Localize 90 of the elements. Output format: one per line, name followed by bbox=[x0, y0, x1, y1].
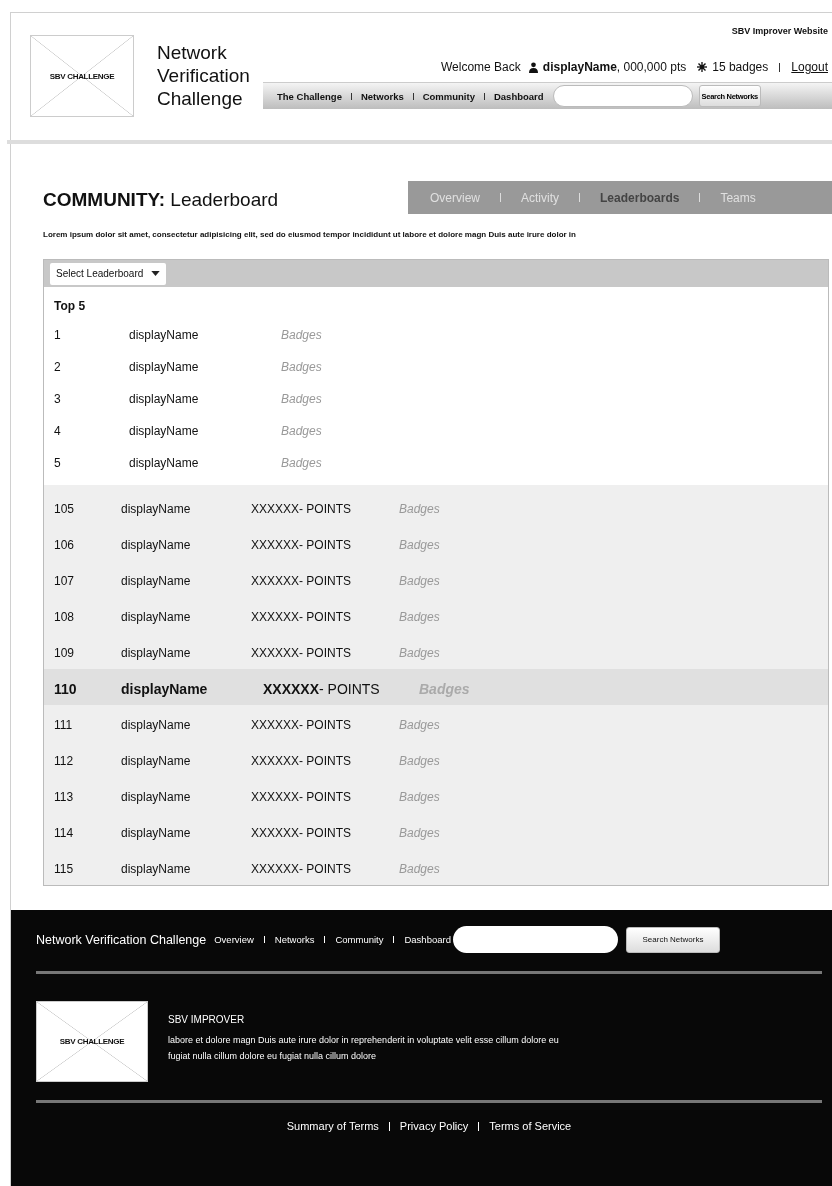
rank: 110 bbox=[54, 681, 78, 697]
badges-label: Badges bbox=[399, 826, 440, 840]
site-title: Network Verification Challenge bbox=[157, 41, 251, 110]
search-field[interactable] bbox=[552, 85, 693, 107]
rank: 108 bbox=[54, 610, 76, 624]
footer-nav-link[interactable]: Community bbox=[335, 934, 384, 945]
display-name: displayName bbox=[121, 754, 192, 768]
logout-link[interactable]: Logout bbox=[791, 60, 828, 74]
display-name: displayName bbox=[129, 328, 200, 342]
badges-label: Badges bbox=[399, 646, 440, 660]
display-name: displayName bbox=[121, 862, 192, 876]
display-name: displayName bbox=[121, 538, 192, 552]
badges-label: Badges bbox=[399, 574, 440, 588]
footer-link[interactable]: Terms of Service bbox=[489, 1120, 572, 1132]
user-icon bbox=[528, 61, 538, 73]
badges-label: Badges bbox=[281, 392, 322, 406]
badge-icon bbox=[697, 62, 708, 72]
rank: 105 bbox=[54, 502, 76, 516]
user-points: displayName, 000,000 pts bbox=[542, 60, 687, 74]
display-name: displayName bbox=[121, 718, 192, 732]
rank: 111 bbox=[54, 718, 74, 732]
badges-label: Badges bbox=[399, 538, 440, 552]
rank: 106 bbox=[54, 538, 76, 552]
badges-label: Badges bbox=[281, 424, 322, 438]
rank: 112 bbox=[54, 754, 75, 768]
display-name: displayName bbox=[129, 360, 200, 374]
display-name: displayName bbox=[129, 392, 200, 406]
badges-label: Badges bbox=[399, 754, 440, 768]
points: XXXXXX- POINTS bbox=[251, 826, 353, 840]
display-name: displayName bbox=[129, 456, 200, 470]
footer-title: Network Verification Challenge bbox=[36, 932, 207, 947]
rank: 5 bbox=[54, 456, 62, 470]
page-title: COMMUNITY: Leaderboard bbox=[43, 189, 280, 212]
footer-nav-link[interactable]: Dashboard bbox=[404, 934, 451, 945]
points: XXXXXX- POINTS bbox=[263, 681, 381, 697]
footer-nav-link[interactable]: Overview bbox=[214, 934, 254, 945]
org-name: SBV IMPROVER bbox=[168, 1014, 246, 1025]
nav-link[interactable]: Community bbox=[422, 90, 475, 102]
website-link[interactable]: SBV Improver Website bbox=[731, 26, 828, 36]
display-name: displayName bbox=[121, 681, 209, 697]
badge-count: 15 badges bbox=[712, 60, 769, 74]
badges-label: Badges bbox=[399, 610, 440, 624]
footer-nav-link[interactable]: Networks bbox=[274, 934, 315, 945]
points: XXXXXX- POINTS bbox=[251, 610, 353, 624]
display-name: displayName bbox=[129, 424, 200, 438]
badges-label: Badges bbox=[281, 360, 322, 374]
display-name: displayName bbox=[121, 610, 192, 624]
footer-link[interactable]: Privacy Policy bbox=[399, 1120, 469, 1132]
points: XXXXXX- POINTS bbox=[251, 790, 353, 804]
search-button[interactable]: Search Networks bbox=[625, 926, 720, 953]
welcome-text: Welcome Back bbox=[441, 60, 521, 74]
points: XXXXXX- POINTS bbox=[251, 574, 353, 588]
badges-label: Badges bbox=[399, 862, 440, 876]
rank: 3 bbox=[54, 392, 62, 406]
rank: 107 bbox=[54, 574, 76, 588]
section-heading: Top 5 bbox=[53, 298, 87, 315]
display-name: displayName bbox=[121, 574, 192, 588]
points: XXXXXX- POINTS bbox=[251, 862, 353, 876]
badges-label: Badges bbox=[399, 718, 440, 732]
rank: 114 bbox=[54, 826, 75, 840]
nav-link[interactable]: Networks bbox=[360, 90, 404, 102]
points: XXXXXX- POINTS bbox=[251, 646, 353, 660]
display-name: displayName bbox=[121, 790, 192, 804]
display-name: displayName bbox=[121, 826, 192, 840]
intro-text: Lorem ipsum dolor sit amet, consectetur adipisicing elit, sed do eiusmod tempor incididunt ut labore et dolore magn Duis aute irure dolor in bbox=[43, 230, 577, 239]
caret-icon bbox=[151, 271, 161, 276]
logo-text: SBV CHALLENGE bbox=[49, 71, 115, 81]
display-name: displayName bbox=[121, 646, 192, 660]
display-name: displayName bbox=[121, 502, 192, 516]
badges-label: Badges bbox=[281, 328, 322, 342]
rank: 109 bbox=[54, 646, 76, 660]
nav-link[interactable]: The Challenge bbox=[277, 90, 342, 102]
badges-label: Badges bbox=[281, 456, 322, 470]
nav-link[interactable]: Dashboard bbox=[493, 90, 544, 102]
points: XXXXXX- POINTS bbox=[251, 502, 353, 516]
points: XXXXXX- POINTS bbox=[251, 538, 353, 552]
search-field[interactable] bbox=[452, 926, 618, 953]
rank: 4 bbox=[54, 424, 62, 438]
footer-link[interactable]: Summary of Terms bbox=[286, 1120, 379, 1132]
rank: 115 bbox=[54, 862, 75, 876]
leaderboard-dropdown[interactable]: Select Leaderboard bbox=[50, 262, 167, 285]
badges-label: Badges bbox=[399, 790, 440, 804]
points: XXXXXX- POINTS bbox=[251, 718, 353, 732]
logo-text: SBV CHALLENGE bbox=[59, 1037, 125, 1046]
points: XXXXXX- POINTS bbox=[251, 754, 353, 768]
rank: 1 bbox=[54, 328, 62, 342]
rank: 2 bbox=[54, 360, 62, 374]
rank: 113 bbox=[54, 790, 75, 804]
badges-label: Badges bbox=[399, 502, 440, 516]
about-text: labore et dolore magn Duis aute irure dolor in reprehenderit in voluptate velit esse cillum dolore eu fugiat nulla cillum dolore eu fugiat nulla cillum dolore bbox=[168, 1034, 560, 1063]
